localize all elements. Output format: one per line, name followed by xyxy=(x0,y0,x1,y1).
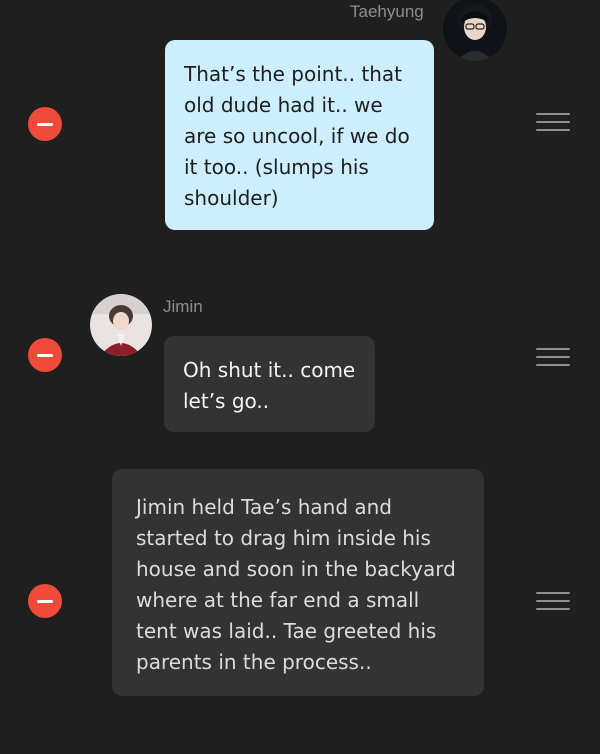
delete-message-button[interactable] xyxy=(28,584,62,618)
avatar-jimin[interactable] xyxy=(90,294,152,356)
sender-name-taehyung: Taehyung xyxy=(350,2,424,21)
drag-handle-icon[interactable] xyxy=(536,348,570,366)
message-bubble-taehyung[interactable]: That’s the point.. that old dude had it.… xyxy=(165,40,434,230)
drag-handle-icon[interactable] xyxy=(536,113,570,131)
minus-icon xyxy=(37,122,53,126)
avatar-taehyung[interactable] xyxy=(443,0,507,61)
narration-bubble[interactable]: Jimin held Tae’s hand and started to dra… xyxy=(112,469,484,696)
delete-message-button[interactable] xyxy=(28,338,62,372)
message-bubble-jimin[interactable]: Oh shut it.. come let’s go.. xyxy=(164,336,375,432)
minus-icon xyxy=(37,599,53,603)
sender-name-jimin: Jimin xyxy=(163,297,203,316)
minus-icon xyxy=(37,353,53,357)
delete-message-button[interactable] xyxy=(28,107,62,141)
drag-handle-icon[interactable] xyxy=(536,592,570,610)
